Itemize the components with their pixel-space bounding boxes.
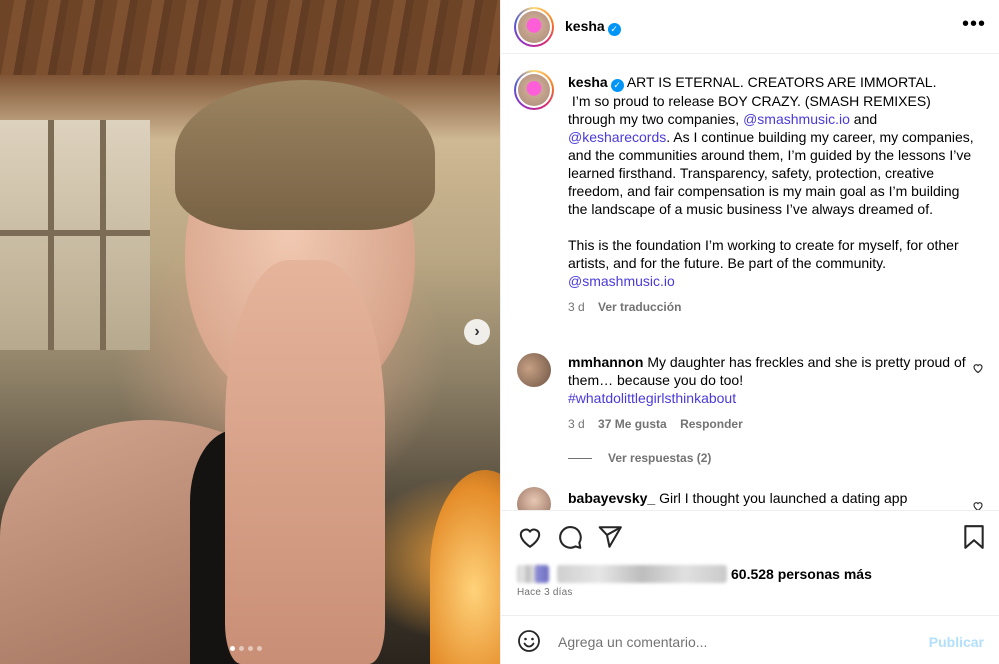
photo-hair [175, 80, 435, 230]
heart-icon [973, 364, 983, 374]
heart-icon [519, 528, 541, 548]
photo-lamp [430, 470, 500, 664]
more-icon: ••• [961, 13, 986, 35]
comment-like-button[interactable] [972, 499, 984, 510]
like-button[interactable] [517, 524, 543, 555]
photo-ceiling [0, 0, 500, 75]
mention-link[interactable]: @smashmusic.io [568, 273, 675, 289]
emoji-button[interactable] [517, 629, 541, 658]
caption-username[interactable]: kesha [568, 74, 608, 90]
comment-username[interactable]: mmhannon [568, 354, 643, 370]
photo-window [0, 120, 150, 350]
liker-avatar [535, 565, 549, 583]
comment-username[interactable]: babayevsky_ [568, 490, 655, 506]
caption-timestamp[interactable]: 3 d [568, 300, 585, 314]
commenter-avatar[interactable] [517, 353, 551, 387]
bookmark-icon [964, 525, 984, 549]
hashtag-link[interactable]: #whatdolittlegirlsthinkabout [568, 389, 968, 407]
mention-link[interactable]: @kesharecords [568, 129, 666, 145]
author-username[interactable]: kesha [565, 18, 605, 34]
author-avatar[interactable] [514, 7, 554, 47]
emoji-icon [518, 630, 540, 652]
carousel-dot [239, 646, 244, 651]
heart-icon [973, 502, 983, 510]
carousel-next-button[interactable]: › [464, 319, 490, 345]
comments-scroll-area[interactable]: kesha ✓ ART IS ETERNAL. CREATORS ARE IMMO… [501, 55, 999, 510]
post-media[interactable]: › [0, 0, 500, 664]
view-replies-label: Ver respuestas (2) [608, 451, 712, 465]
comment-item: mmhannon My daughter has freckles and sh… [568, 353, 968, 433]
liker-names [557, 565, 727, 583]
post-actions: 60.528 personas más Hace 3 días Agrega u… [501, 510, 999, 660]
view-replies-button[interactable]: Ver respuestas (2) [568, 451, 711, 465]
verified-icon: ✓ [610, 79, 624, 92]
post-panel: kesha ✓ ••• kesha ✓ ART IS ETERNAL. CREATO… [500, 0, 999, 664]
caption-avatar[interactable] [514, 70, 554, 110]
commenter-avatar[interactable] [517, 487, 551, 510]
comment-item: babayevsky_ Girl I thought you launched … [568, 489, 968, 507]
carousel-dot [230, 646, 235, 651]
caption-text: and [849, 111, 878, 127]
publish-button[interactable]: Publicar [929, 634, 984, 650]
more-options-button[interactable]: ••• [962, 14, 986, 34]
carousel-dot [257, 646, 262, 651]
comment-likes[interactable]: 37 Me gusta [598, 417, 667, 431]
reply-button[interactable]: Responder [680, 417, 743, 431]
comment-input[interactable]: Agrega un comentario... [558, 634, 707, 650]
add-comment-bar: Agrega un comentario... Publicar [501, 615, 999, 664]
comment-timestamp[interactable]: 3 d [568, 417, 585, 431]
post-date: Hace 3 días [517, 587, 573, 598]
likes-count[interactable]: 60.528 personas más [731, 566, 872, 582]
comment-text: Girl I thought you launched a dating app [659, 490, 908, 506]
see-translation-button[interactable]: Ver traducción [598, 300, 681, 314]
post-caption: kesha ✓ ART IS ETERNAL. CREATORS ARE IMMO… [568, 73, 978, 316]
replies-divider [568, 457, 592, 459]
caption-text: This is the foundation I’m working to cr… [568, 237, 959, 271]
comment-button[interactable] [557, 524, 583, 555]
comment-icon [559, 526, 582, 549]
carousel-dot [248, 646, 253, 651]
chevron-right-icon: › [474, 323, 480, 340]
verified-icon: ✓ [607, 23, 621, 36]
share-button[interactable] [597, 524, 623, 555]
photo-hand [225, 260, 385, 664]
mention-link[interactable]: @smashmusic.io [743, 111, 850, 127]
carousel-dots [230, 646, 262, 651]
save-button[interactable] [962, 524, 986, 555]
likes-summary[interactable]: 60.528 personas más [517, 565, 872, 583]
share-icon [598, 526, 622, 548]
post-header: kesha ✓ ••• [501, 0, 999, 54]
comment-like-button[interactable] [972, 361, 984, 379]
